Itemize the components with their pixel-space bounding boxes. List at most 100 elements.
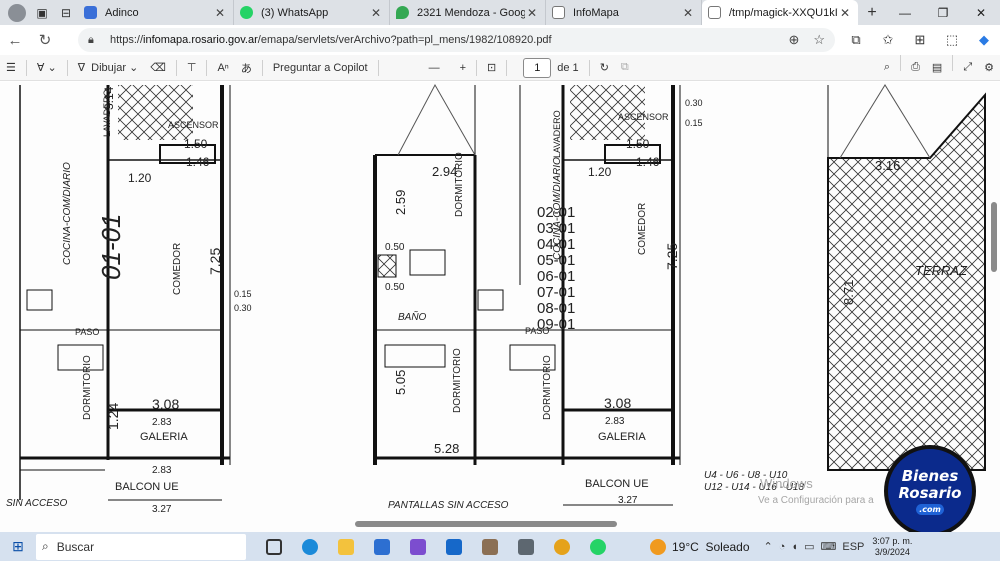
bienes-rosario-logo: Bienes Rosario .com [884, 445, 976, 537]
photos-icon[interactable] [472, 532, 508, 561]
language-indicator[interactable]: ESP [842, 541, 864, 553]
right-balcon-label: BALCON UE [585, 478, 649, 490]
pinned-apps [256, 532, 616, 561]
whatsapp-icon[interactable] [580, 532, 616, 561]
center-dim-259: 2.59 [393, 190, 408, 215]
windows-taskbar: ⊞ ⌕ Buscar 19°C Soleado ⌃ ◔ ◖ ▭ ⌨ ESP 3:… [0, 532, 1000, 561]
rotate-icon[interactable]: ↻ [594, 55, 615, 81]
pdf-document-view[interactable]: 01-01 COCINA-COM/DIARIO COMEDOR DORMITOR… [0, 82, 1000, 532]
close-window-icon[interactable]: ✕ [962, 6, 1000, 20]
zoom-in-icon[interactable]: + [454, 55, 472, 81]
tab-title: 2321 Mendoza - Google Ma [417, 6, 525, 19]
zoom-icon[interactable]: ⊕ [788, 32, 799, 48]
close-tab-icon[interactable]: ✕ [525, 6, 539, 20]
center-dim-050: 0.50 [385, 242, 405, 253]
translate-icon[interactable]: あ [235, 55, 258, 81]
volume-icon[interactable]: ◖ [791, 541, 798, 553]
weather-widget[interactable]: 19°C Soleado [650, 538, 750, 555]
close-tab-icon[interactable]: ✕ [681, 6, 695, 20]
minimize-icon[interactable]: — [886, 6, 924, 20]
mail-icon[interactable] [436, 532, 472, 561]
calculator-icon[interactable] [508, 532, 544, 561]
page-view-icon[interactable]: ⧉ [615, 55, 635, 81]
close-tab-icon[interactable]: ✕ [213, 6, 227, 20]
restore-icon[interactable]: ❐ [924, 6, 962, 20]
fullscreen-icon[interactable]: ⤢ [957, 55, 978, 81]
horizontal-scroll-thumb[interactable] [355, 521, 617, 527]
url-field[interactable]: 🔒︎ https://infomapa.rosario.gov.ar/emapa… [78, 28, 835, 52]
left-dormitorio-label: DORMITORIO [82, 355, 93, 420]
windows-start-icon[interactable]: ⊞ [0, 538, 36, 555]
left-elevator-shaft [118, 85, 193, 140]
window-controls: — ❐ ✕ [886, 6, 1000, 20]
url-prefix: https:// [110, 34, 144, 46]
task-view-icon[interactable] [256, 532, 292, 561]
copilot-icon[interactable]: ◆ [968, 32, 1000, 48]
left-cocina-label: COCINA-COM/DIARIO [62, 162, 73, 265]
ask-copilot-button[interactable]: Preguntar a Copilot [267, 55, 374, 81]
back-icon[interactable]: ← [0, 32, 30, 49]
zoom-out-icon[interactable]: — [423, 55, 446, 81]
eraser-icon[interactable]: ⌫ [144, 55, 172, 81]
tab-adinco[interactable]: Adinco ✕ [78, 0, 234, 25]
tab-google-maps[interactable]: 2321 Mendoza - Google Ma ✕ [390, 0, 546, 25]
contents-icon[interactable]: ☰ [0, 55, 22, 81]
left-dim-146: 1.46 [186, 155, 210, 169]
right-dim-150: 1.50 [626, 137, 650, 151]
divider [588, 59, 590, 76]
vertical-scroll-thumb[interactable] [991, 202, 997, 272]
taskbar-search[interactable]: ⌕ Buscar [36, 533, 246, 560]
tab-magick-pdf[interactable]: /tmp/magick-XXQU1kIW ✕ [702, 0, 858, 25]
save-icon[interactable]: ▤ [926, 55, 948, 81]
new-tab-button[interactable]: + [858, 4, 886, 22]
tab-actions-icon[interactable]: ⊟ [54, 1, 78, 25]
network-icon[interactable]: ◔ [779, 541, 786, 553]
profile-avatar[interactable] [8, 3, 26, 22]
edge-icon[interactable] [292, 532, 328, 561]
left-dim-314: 3.14 [102, 86, 116, 110]
unit-number: 03-01 [537, 220, 575, 237]
close-tab-icon[interactable]: ✕ [369, 6, 383, 20]
extensions-icon[interactable]: ⬚ [936, 32, 968, 48]
highlight-icon[interactable]: ∀ ⌄ [31, 55, 63, 81]
fit-page-icon[interactable]: ⊡ [481, 55, 502, 81]
store-icon[interactable] [364, 532, 400, 561]
keyboard-icon[interactable]: ⌨ [820, 540, 836, 553]
sun-icon [650, 538, 666, 555]
close-tab-icon[interactable]: ✕ [838, 6, 852, 20]
settings-gear-icon[interactable]: ⚙ [978, 55, 1000, 81]
tab-whatsapp[interactable]: (3) WhatsApp ✕ [234, 0, 390, 25]
copilot-app-icon[interactable] [400, 532, 436, 561]
text-box-icon[interactable]: ⊤ [181, 55, 203, 81]
draw-button[interactable]: ∇ Dibujar ⌄ [72, 55, 145, 81]
refresh-icon[interactable]: ↻ [30, 31, 60, 49]
divider [476, 59, 478, 76]
print-icon[interactable]: ⎙ [905, 55, 926, 81]
divider [377, 59, 379, 76]
left-dim-120: 1.20 [128, 171, 152, 185]
search-icon[interactable]: ⌕ [878, 55, 896, 81]
unit-number: 06-01 [537, 268, 575, 285]
chrome-icon[interactable] [544, 532, 580, 561]
workspaces-icon[interactable]: ▣ [30, 1, 54, 25]
read-aloud-icon[interactable]: Aⁿ [211, 55, 234, 81]
tab-infomapa[interactable]: InfoMapa ✕ [546, 0, 702, 25]
taskbar-clock[interactable]: 3:07 p. m. 3/9/2024 [872, 536, 912, 558]
url-path: /emapa/servlets/verArchivo?path=pl_mens/… [257, 34, 552, 46]
left-dim-283b: 2.83 [152, 465, 172, 476]
favorite-star-icon[interactable]: ☆ [813, 32, 825, 48]
collections-icon[interactable]: ⊞ [904, 32, 936, 48]
left-dim-150: 1.50 [184, 137, 208, 151]
file-explorer-icon[interactable] [328, 532, 364, 561]
center-right-dormitorio-label: DORMITORIO [542, 355, 553, 420]
address-bar-row: ← ↻ 🔒︎ https://infomapa.rosario.gov.ar/e… [0, 25, 1000, 55]
vertical-scrollbar[interactable] [988, 82, 1000, 532]
split-screen-icon[interactable]: ⧉ [840, 32, 872, 48]
chevron-up-icon[interactable]: ⌃ [764, 540, 773, 553]
activation-watermark: Windows [760, 476, 813, 491]
battery-icon[interactable]: ▭ [804, 540, 814, 553]
favorites-icon[interactable]: ✩ [872, 32, 904, 48]
page-number-input[interactable]: 1 [523, 57, 552, 78]
pdf-toolbar-right: ⌕ ⎙ ▤ ⤢ ⚙ [878, 54, 1000, 81]
left-dim-283: 2.83 [152, 417, 172, 428]
